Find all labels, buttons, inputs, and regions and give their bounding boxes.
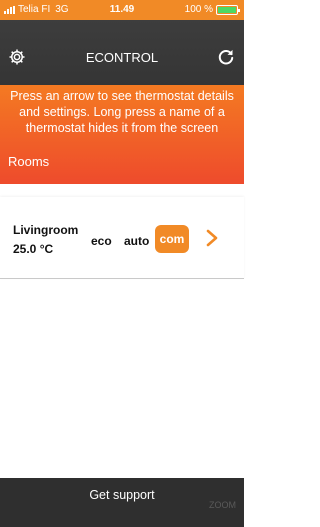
chevron-right-icon[interactable] (205, 229, 219, 247)
battery-percent: 100 % (184, 4, 213, 15)
room-row: Livingroom 25.0 °C eco auto com (0, 197, 244, 279)
mode-eco-button[interactable]: eco (91, 234, 112, 248)
footer-bar: Get support ZOOM (0, 478, 244, 527)
mode-com-button[interactable]: com (155, 225, 189, 253)
instructions-text: Press an arrow to see thermostat details… (10, 89, 234, 135)
page-title: ECONTROL (85, 50, 159, 65)
status-bar: Telia FI 3G 11.49 100 % (0, 0, 244, 20)
info-banner: Press an arrow to see thermostat details… (0, 85, 244, 184)
room-temperature: 25.0 °C (13, 242, 54, 256)
refresh-icon[interactable] (216, 47, 236, 67)
battery-icon (216, 4, 240, 15)
mode-auto-button[interactable]: auto (124, 234, 149, 248)
get-support-button[interactable]: Get support (0, 488, 244, 502)
rooms-heading: Rooms (8, 154, 50, 169)
app-header: ECONTROL (0, 20, 244, 85)
watermark-text: ZOOM (209, 500, 236, 510)
room-name[interactable]: Livingroom (13, 223, 78, 237)
battery-status: 100 % (184, 4, 240, 15)
